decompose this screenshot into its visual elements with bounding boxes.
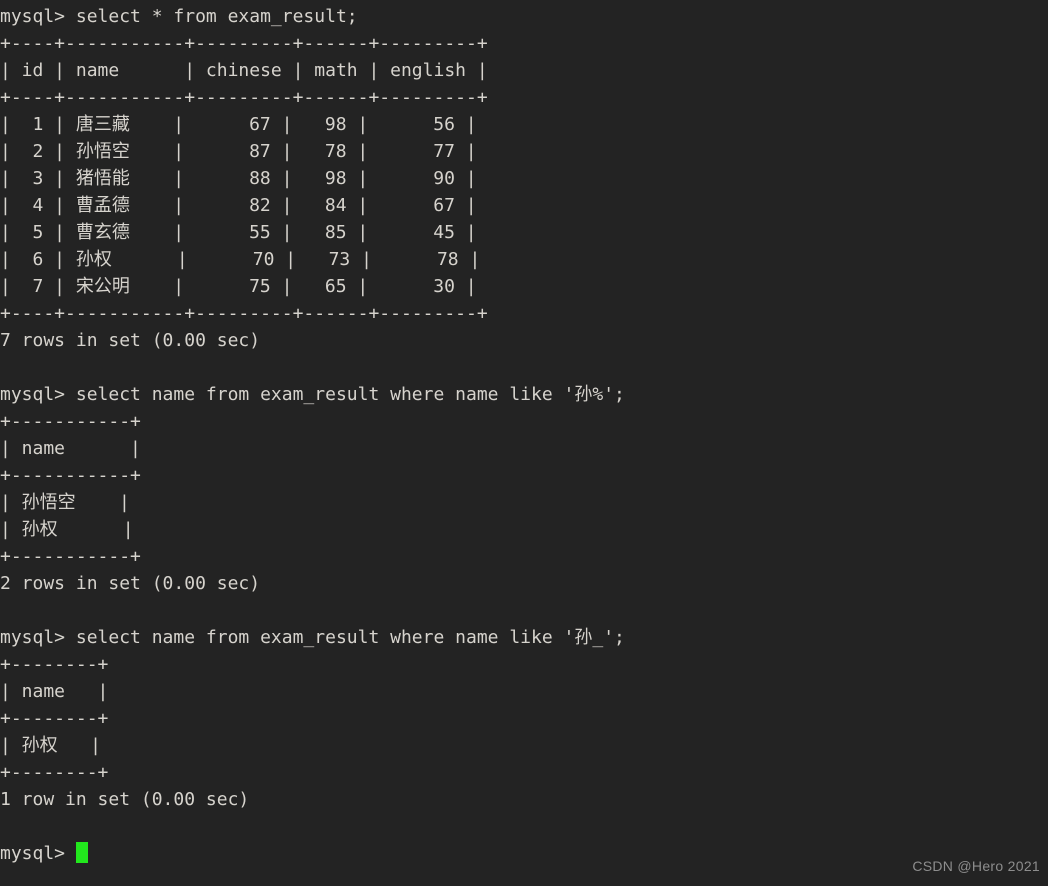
table-row: | 孙权 | xyxy=(0,735,102,756)
table-row: | 3 | 猪悟能 | 88 | 98 | 90 | xyxy=(0,168,477,189)
table-border-mid: +----+-----------+---------+------+-----… xyxy=(0,87,488,108)
watermark: CSDN @Hero 2021 xyxy=(912,858,1040,874)
table-border-bottom: +-----------+ xyxy=(0,546,141,567)
table-row: | 孙悟空 | xyxy=(0,492,130,513)
status-line: 7 rows in set (0.00 sec) xyxy=(0,330,261,351)
table-row: | 4 | 曹孟德 | 82 | 84 | 67 | xyxy=(0,195,477,216)
command-line[interactable]: mysql> select * from exam_result; xyxy=(0,3,625,30)
table-row: | 2 | 孙悟空 | 87 | 78 | 77 | xyxy=(0,141,477,162)
table-border-mid: +-----------+ xyxy=(0,465,141,486)
table-border-bottom: +----+-----------+---------+------+-----… xyxy=(0,303,488,324)
table-border-top: +----+-----------+---------+------+-----… xyxy=(0,33,488,54)
table-header-row: | id | name | chinese | math | english | xyxy=(0,60,488,81)
command-line[interactable]: mysql> select name from exam_result wher… xyxy=(0,381,625,408)
table-row: | 孙权 | xyxy=(0,519,134,540)
status-line: 1 row in set (0.00 sec) xyxy=(0,789,250,810)
table-header-row: | name | xyxy=(0,681,109,702)
text-cursor xyxy=(75,842,89,863)
status-line: 2 rows in set (0.00 sec) xyxy=(0,573,261,594)
table-border-top: +--------+ xyxy=(0,654,109,675)
table-row: | 1 | 唐三藏 | 67 | 98 | 56 | xyxy=(0,114,477,135)
prompt-text: mysql> xyxy=(0,843,76,864)
table-row: | 5 | 曹玄德 | 55 | 85 | 45 | xyxy=(0,222,477,243)
table-border-mid: +--------+ xyxy=(0,708,109,729)
table-row: | 6 | 孙权 | 70 | 73 | 78 | xyxy=(0,249,481,270)
table-border-top: +-----------+ xyxy=(0,411,141,432)
table-border-bottom: +--------+ xyxy=(0,762,109,783)
command-line[interactable]: mysql> select name from exam_result wher… xyxy=(0,624,625,651)
terminal-window[interactable]: mysql> select * from exam_result; +----+-… xyxy=(0,0,1048,886)
terminal-screen: mysql> select * from exam_result; +----+-… xyxy=(0,3,625,867)
table-header-row: | name | xyxy=(0,438,141,459)
prompt-line[interactable]: mysql> xyxy=(0,840,625,867)
table-row: | 7 | 宋公明 | 75 | 65 | 30 | xyxy=(0,276,477,297)
